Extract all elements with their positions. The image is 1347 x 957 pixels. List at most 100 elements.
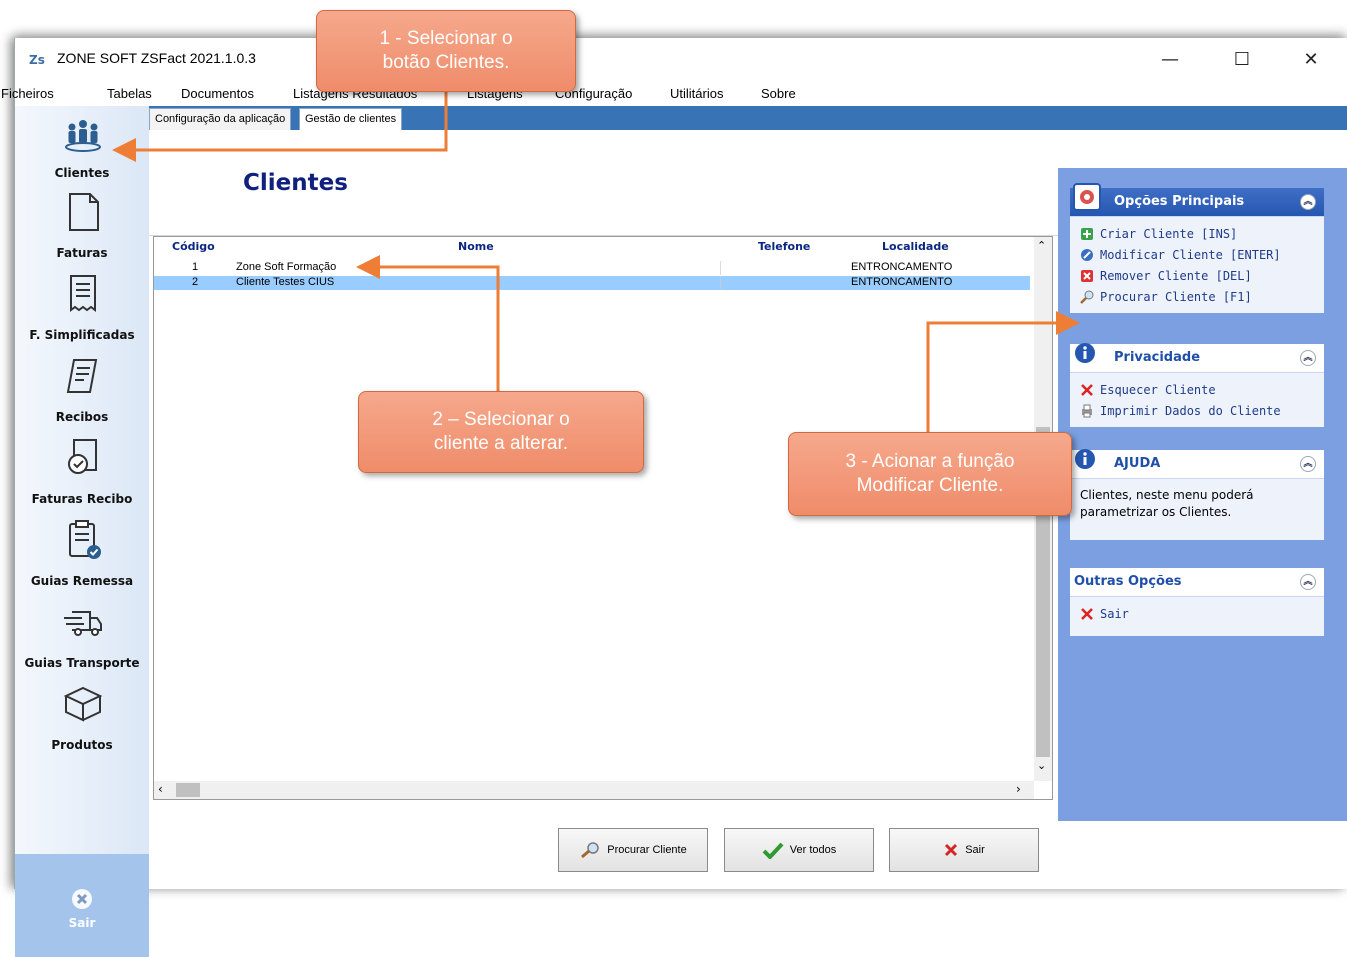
sidebar-item-clientes[interactable]: Clientes — [15, 106, 149, 186]
remove-client-link[interactable]: Remover Cliente [DEL] — [1080, 265, 1314, 286]
people-icon — [65, 120, 101, 152]
info-icon — [1075, 343, 1095, 363]
help-title: AJUDA — [1114, 456, 1161, 471]
collapse-chevron-icon[interactable]: ︽ — [1300, 574, 1316, 590]
forget-client-link[interactable]: Esquecer Cliente — [1080, 379, 1314, 400]
page-title: Clientes — [243, 170, 348, 196]
other-options-title: Outras Opções — [1074, 574, 1182, 589]
menu-ficheiros[interactable]: Ficheiros — [1, 86, 54, 101]
collapse-chevron-icon[interactable]: ︽ — [1300, 350, 1316, 366]
pen-paper-icon — [66, 359, 98, 393]
main-options-header[interactable]: Opções Principais ︽ — [1070, 183, 1324, 216]
privacy-title: Privacidade — [1114, 350, 1201, 365]
other-options-header[interactable]: Outras Opções ︽ — [1070, 568, 1324, 596]
column-header-codigo[interactable]: Código — [172, 240, 215, 253]
scroll-left-icon[interactable]: ‹ — [158, 782, 163, 796]
help-header[interactable]: AJUDA ︽ — [1070, 449, 1324, 478]
exit-label: Sair — [965, 844, 985, 856]
cell-codigo: 2 — [192, 276, 199, 288]
cell-nome: Zone Soft Formação — [236, 261, 337, 273]
add-icon — [1081, 227, 1093, 240]
find-client-link[interactable]: Procurar Cliente [F1] — [1080, 286, 1314, 307]
sidebar-item-guias-remessa[interactable]: Guias Remessa — [15, 516, 149, 596]
table-row-selected[interactable]: 2 Cliente Testes CIUS ENTRONCAMENTO — [154, 276, 1030, 290]
exit-button[interactable]: Sair — [889, 828, 1039, 872]
sidebar-item-produtos[interactable]: Produtos — [15, 680, 149, 760]
maximize-button[interactable]: ☐ — [1227, 46, 1257, 74]
show-all-button[interactable]: Ver todos — [724, 828, 874, 872]
magnifier-icon — [581, 842, 599, 859]
sidebar-label-guias-transporte: Guias Transporte — [24, 656, 140, 670]
main-options-panel: Opções Principais ︽ Criar Cliente [INS] … — [1070, 183, 1324, 313]
horizontal-scroll-thumb[interactable] — [176, 783, 200, 797]
close-window-button[interactable]: ✕ — [1296, 46, 1326, 74]
menu-sobre[interactable]: Sobre — [761, 86, 796, 101]
privacy-header[interactable]: Privacidade ︽ — [1070, 343, 1324, 372]
scroll-right-icon[interactable]: › — [1016, 782, 1021, 796]
sidebar-item-faturas-recibo[interactable]: Faturas Recibo — [15, 434, 149, 514]
other-options-body: Sair — [1070, 596, 1324, 636]
search-client-button[interactable]: Procurar Cliente — [558, 828, 708, 872]
scroll-down-icon[interactable]: ⌄ — [1037, 759, 1046, 772]
receipt-icon — [70, 275, 96, 312]
print-icon — [1082, 404, 1092, 417]
cell-nome: Cliente Testes CIUS — [236, 276, 335, 288]
sidebar-item-recibos[interactable]: Recibos — [15, 352, 149, 432]
forget-client-label: Esquecer Cliente — [1100, 382, 1216, 397]
minimize-button[interactable]: — — [1155, 46, 1185, 74]
red-x-icon — [945, 843, 958, 857]
help-text: Clientes, neste menu poderá parametrizar… — [1080, 488, 1254, 519]
search-client-label: Procurar Cliente — [607, 844, 687, 856]
main-options-title: Opções Principais — [1114, 194, 1245, 209]
sidebar-item-f-simplificadas[interactable]: F. Simplificadas — [15, 270, 149, 350]
print-client-data-link[interactable]: Imprimir Dados do Cliente — [1080, 400, 1314, 421]
menu-utilitarios[interactable]: Utilitários — [670, 86, 723, 101]
sidebar-label-faturas: Faturas — [56, 246, 108, 260]
options-badge-icon — [1073, 183, 1101, 211]
sidebar-item-faturas[interactable]: Faturas — [15, 188, 149, 268]
window-title: ZONE SOFT ZSFact 2021.1.0.3 — [57, 50, 256, 66]
sidebar-exit-label: Sair — [68, 916, 96, 930]
sidebar-exit-button[interactable]: Sair — [15, 854, 149, 957]
sidebar-item-guias-transporte[interactable]: Guias Transporte — [15, 598, 149, 678]
table-row[interactable]: 1 Zone Soft Formação ENTRONCAMENTO — [154, 261, 1030, 275]
horizontal-scrollbar[interactable]: ‹ › — [154, 781, 1034, 799]
menu-documentos[interactable]: Documentos — [181, 86, 254, 101]
sidebar-label-produtos: Produtos — [51, 738, 113, 752]
column-header-nome[interactable]: Nome — [458, 240, 494, 253]
sidebar: Clientes Faturas F. Simplificadas Recibo… — [15, 106, 149, 957]
create-client-label: Criar Cliente [INS] — [1100, 226, 1238, 241]
scroll-up-icon[interactable]: ⌃ — [1037, 239, 1046, 252]
info-icon — [1075, 449, 1095, 469]
sidebar-label-faturas-recibo: Faturas Recibo — [31, 492, 133, 506]
sidebar-label-guias-remessa: Guias Remessa — [30, 574, 134, 588]
main-options-body: Criar Cliente [INS] Modificar Cliente [E… — [1070, 216, 1324, 313]
create-client-link[interactable]: Criar Cliente [INS] — [1080, 223, 1314, 244]
cell-localidade: ENTRONCAMENTO — [851, 276, 953, 288]
sidebar-label-clientes: Clientes — [54, 166, 110, 180]
callout-step2: 2 – Selecionar o cliente a alterar. — [358, 391, 644, 473]
document-icon — [69, 193, 99, 231]
checkmark-icon — [762, 842, 784, 859]
tab-strip: Configuração da aplicação Gestão de clie… — [149, 106, 1347, 130]
modify-client-link[interactable]: Modificar Cliente [ENTER] — [1080, 244, 1314, 265]
x-icon — [1081, 383, 1093, 396]
tab-configuracao[interactable]: Configuração da aplicação — [149, 108, 292, 130]
column-header-localidade[interactable]: Localidade — [882, 240, 949, 253]
help-panel: AJUDA ︽ Clientes, neste menu poderá para… — [1070, 449, 1324, 540]
privacy-panel: Privacidade ︽ Esquecer Cliente Imprimir … — [1070, 343, 1324, 427]
cell-separator — [720, 261, 721, 275]
cell-separator — [720, 276, 721, 290]
cell-codigo: 1 — [192, 261, 199, 273]
application-window: Zs ZONE SOFT ZSFact 2021.1.0.3 — ☐ ✕ Fic… — [1, 38, 1347, 957]
menu-tabelas[interactable]: Tabelas — [107, 86, 152, 101]
clients-table[interactable]: Código Nome Telefone Localidade 1 Zone S… — [153, 236, 1053, 800]
sidebar-label-f-simplificadas: F. Simplificadas — [29, 328, 135, 342]
collapse-chevron-icon[interactable]: ︽ — [1300, 194, 1316, 210]
column-header-telefone[interactable]: Telefone — [758, 240, 810, 253]
collapse-chevron-icon[interactable]: ︽ — [1300, 456, 1316, 472]
exit-link[interactable]: Sair — [1080, 603, 1314, 624]
callout-step3: 3 - Acionar a função Modificar Cliente. — [788, 432, 1072, 516]
tab-gestao-clientes[interactable]: Gestão de clientes — [299, 108, 403, 130]
print-client-data-label: Imprimir Dados do Cliente — [1100, 403, 1281, 418]
